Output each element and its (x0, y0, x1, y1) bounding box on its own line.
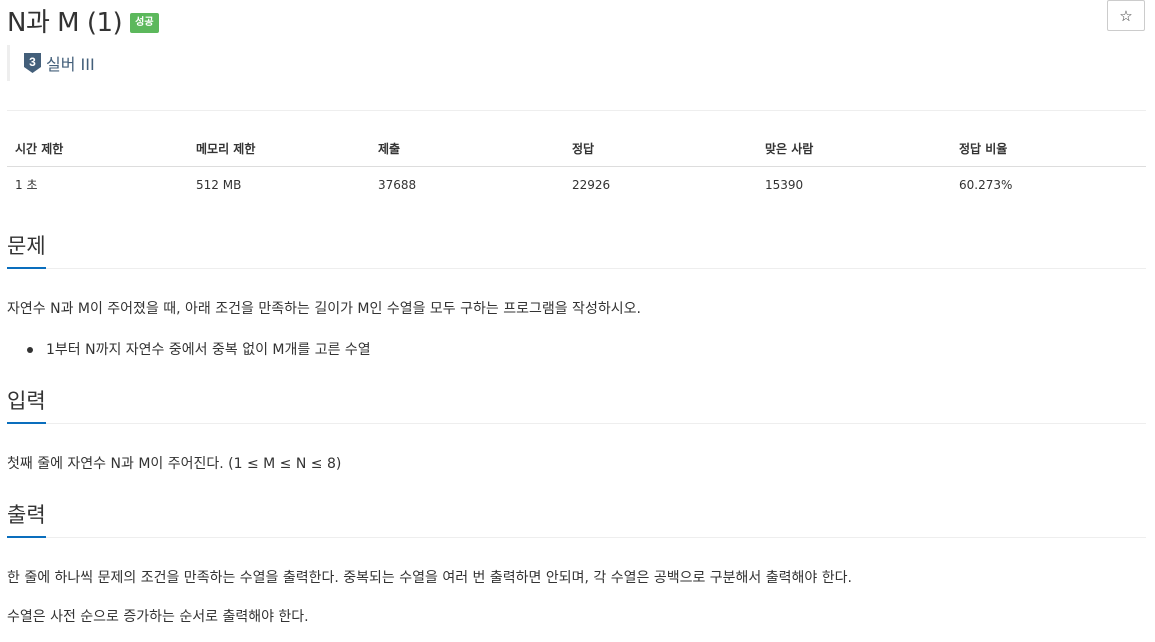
problem-condition-item: 1부터 N까지 자연수 중에서 중복 없이 M개를 고른 수열 (27, 340, 371, 360)
input-section-header: 입력 (7, 388, 1146, 424)
tier-badge-icon: 3 (24, 53, 41, 73)
problem-description: 자연수 N과 M이 주어졌을 때, 아래 조건을 만족하는 길이가 M인 수열을… (7, 301, 641, 317)
stats-header-time-limit: 시간 제한 (7, 131, 188, 167)
output-description: 한 줄에 하나씩 문제의 조건을 만족하는 수열을 출력한다. 중복되는 수열을… (7, 570, 852, 586)
stats-header-ratio: 정답 비율 (951, 131, 1146, 167)
status-badge: 성공 (130, 12, 159, 33)
tier-number: 3 (29, 55, 36, 69)
stats-header-solved-users: 맞은 사람 (757, 131, 951, 167)
section-divider (7, 537, 1146, 538)
problem-section-title: 문제 (7, 233, 46, 269)
output-section-title: 출력 (7, 502, 46, 538)
stats-header-row: 시간 제한 메모리 제한 제출 정답 맞은 사람 정답 비율 (7, 131, 1146, 167)
stats-header-accepted: 정답 (564, 131, 757, 167)
star-icon: ☆ (1119, 6, 1133, 25)
tier-info: 3 실버 III (7, 45, 95, 81)
page-title: N과 M (1) (7, 8, 123, 38)
bullet-icon (27, 347, 33, 353)
section-divider (7, 268, 1146, 269)
section-divider (7, 423, 1146, 424)
divider (7, 110, 1146, 111)
stats-submissions[interactable]: 37688 (370, 167, 564, 203)
stats-memory-limit: 512 MB (196, 177, 242, 192)
input-section-title: 입력 (7, 388, 46, 424)
tier-label[interactable]: 실버 III (46, 51, 95, 75)
problem-condition-text: 1부터 N까지 자연수 중에서 중복 없이 M개를 고른 수열 (46, 342, 371, 358)
stats-header-memory-limit: 메모리 제한 (188, 131, 370, 167)
problem-section-header: 문제 (7, 233, 1146, 269)
problem-stats-table: 시간 제한 메모리 제한 제출 정답 맞은 사람 정답 비율 1 초 512 M… (7, 131, 1146, 202)
stats-header-submissions: 제출 (370, 131, 564, 167)
stats-value-row: 1 초 512 MB 37688 22926 15390 60.273% (7, 167, 1146, 203)
stats-solved-users[interactable]: 15390 (757, 167, 951, 203)
problem-title-row: N과 M (1) 성공 (7, 2, 159, 39)
stats-ratio: 60.273% (959, 177, 1013, 192)
input-description: 첫째 줄에 자연수 N과 M이 주어진다. (1 ≤ M ≤ N ≤ 8) (7, 456, 342, 472)
output-order-description: 수열은 사전 순으로 증가하는 순서로 출력해야 한다. (7, 609, 309, 625)
stats-time-limit: 1 초 (15, 178, 38, 192)
star-button[interactable]: ☆ (1107, 0, 1145, 31)
output-section-header: 출력 (7, 502, 1146, 538)
stats-accepted[interactable]: 22926 (564, 167, 757, 203)
